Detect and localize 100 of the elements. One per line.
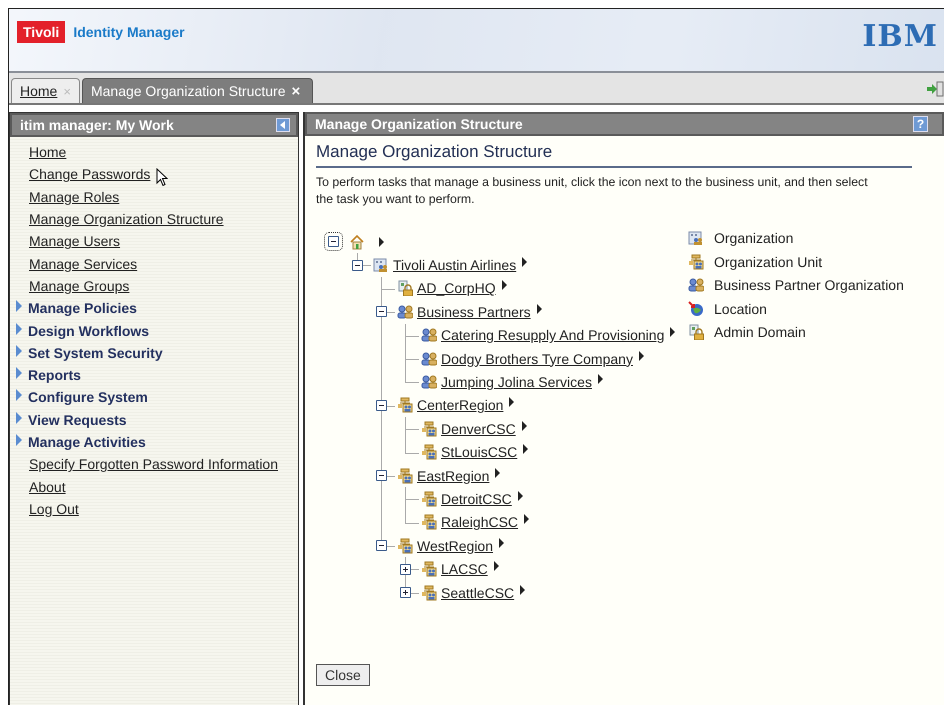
menu-arrow-icon[interactable]: [509, 397, 514, 408]
expand-arrow-icon[interactable]: [16, 322, 22, 335]
close-icon[interactable]: ×: [292, 82, 300, 100]
menu-arrow-icon[interactable]: [494, 561, 499, 572]
menu-link[interactable]: Change Passwords: [29, 166, 150, 182]
tree-node-link[interactable]: Catering Resupply And Provisioning: [441, 327, 664, 344]
people-icon: [688, 277, 704, 294]
tab[interactable]: Manage Organization Structure ×: [82, 78, 314, 103]
menu-link[interactable]: Manage Groups: [29, 278, 130, 294]
legend-label: Admin Domain: [714, 324, 806, 340]
legend-label: Business Partner Organization: [714, 277, 904, 294]
collapse-icon[interactable]: [276, 118, 290, 132]
menu-arrow-icon[interactable]: [518, 490, 523, 501]
menu-arrow-icon[interactable]: [499, 538, 504, 548]
building-people-icon: [373, 257, 389, 274]
menu-link[interactable]: About: [29, 478, 66, 495]
org-chart-icon: [421, 490, 437, 507]
people-icon: [421, 374, 437, 390]
menu-arrow-icon[interactable]: [522, 257, 528, 268]
org-chart-icon: [397, 538, 413, 554]
panel-title: Manage Organization Structure: [315, 116, 523, 132]
menu-group[interactable]: Reports: [28, 367, 81, 384]
collapse-toggle-icon[interactable]: [376, 400, 387, 411]
legend-label: Organization Unit: [714, 254, 822, 270]
menu-link[interactable]: Specify Forgotten Password Information: [29, 456, 278, 472]
menu-arrow-icon[interactable]: [379, 236, 384, 247]
menu-link[interactable]: Manage Users: [29, 233, 120, 250]
menu-link[interactable]: Manage Services: [29, 256, 138, 272]
tree-node-link[interactable]: Dodgy Brothers Tyre Company: [441, 350, 633, 367]
tree-node-link[interactable]: Tivoli Austin Airlines: [393, 257, 516, 274]
menu-link[interactable]: Home: [29, 144, 66, 160]
menu-link[interactable]: Manage Organization Structure: [29, 211, 224, 228]
tree-node-link[interactable]: EastRegion: [417, 468, 490, 484]
collapse-toggle-icon[interactable]: [376, 306, 387, 318]
org-chart-icon: [397, 397, 413, 414]
expand-arrow-icon[interactable]: [16, 367, 22, 380]
tree-node-link[interactable]: Jumping Jolina Services: [441, 374, 592, 390]
brand-logo: Tivoli: [17, 21, 66, 43]
people-icon: [421, 327, 437, 344]
org-chart-icon: [397, 468, 413, 484]
tab[interactable]: Home ×: [11, 78, 80, 103]
tree-node-link[interactable]: LACSC: [441, 561, 488, 578]
menu-arrow-icon[interactable]: [670, 327, 676, 338]
expand-arrow-icon[interactable]: [16, 434, 22, 446]
menu-group[interactable]: Design Workflows: [28, 322, 150, 339]
menu-link[interactable]: Manage Roles: [29, 188, 120, 205]
menu-arrow-icon[interactable]: [536, 304, 542, 314]
collapse-toggle-icon[interactable]: [376, 470, 387, 482]
collapse-toggle-icon[interactable]: [376, 540, 387, 552]
legend-label: Organization: [714, 230, 794, 246]
globe-icon: [688, 300, 704, 317]
tab-label[interactable]: Home: [20, 83, 58, 99]
tree-node-link[interactable]: DetroitCSC: [441, 490, 512, 507]
company-logo: IBM: [862, 18, 938, 54]
menu-arrow-icon[interactable]: [502, 280, 507, 290]
menu-arrow-icon[interactable]: [524, 514, 530, 524]
expand-arrow-icon[interactable]: [16, 300, 22, 312]
close-button[interactable]: Close: [316, 664, 370, 686]
tree-node-link[interactable]: StLouisCSC: [441, 444, 518, 460]
menu-group[interactable]: View Requests: [28, 412, 127, 428]
tree-node-link[interactable]: RaleighCSC: [441, 514, 518, 530]
building-people-icon: [688, 230, 704, 246]
tree-node-link[interactable]: CenterRegion: [417, 397, 504, 414]
tree-node-link[interactable]: AD_CorpHQ: [417, 280, 496, 296]
home-icon: [349, 234, 365, 250]
expand-toggle-icon[interactable]: [400, 564, 411, 575]
people-icon: [397, 304, 413, 320]
expand-arrow-icon[interactable]: [16, 389, 22, 402]
org-chart-icon: [421, 420, 437, 437]
menu-group[interactable]: Set System Security: [28, 344, 163, 361]
menu-arrow-icon[interactable]: [598, 374, 603, 384]
org-chart-icon: [421, 584, 437, 601]
org-chart-icon: [421, 444, 437, 460]
menu-arrow-icon[interactable]: [522, 420, 527, 431]
lock-icon: [688, 324, 704, 340]
expand-arrow-icon[interactable]: [16, 412, 22, 424]
expand-toggle-icon[interactable]: [400, 587, 411, 598]
menu-arrow-icon[interactable]: [523, 444, 528, 454]
org-chart-icon: [688, 254, 704, 270]
expand-arrow-icon[interactable]: [16, 344, 22, 357]
tab-label[interactable]: Manage Organization Structure: [90, 83, 286, 99]
tree-node-link[interactable]: SeattleCSC: [441, 584, 514, 601]
menu-arrow-icon[interactable]: [638, 350, 644, 361]
product-name: Identity Manager: [73, 24, 185, 40]
legend-label: Location: [714, 300, 767, 317]
menu-arrow-icon[interactable]: [495, 468, 500, 478]
org-chart-icon: [421, 561, 437, 578]
tree-node-link[interactable]: Business Partners: [417, 304, 531, 320]
menu-group[interactable]: Manage Policies: [28, 300, 137, 316]
exit-icon[interactable]: [926, 80, 944, 98]
page-heading: Manage Organization Structure: [316, 142, 912, 168]
menu-link[interactable]: Log Out: [29, 500, 79, 517]
collapse-toggle-icon[interactable]: [352, 260, 363, 271]
menu-group[interactable]: Configure System: [28, 389, 148, 406]
people-icon: [421, 350, 437, 367]
tree-node-link[interactable]: WestRegion: [417, 538, 494, 554]
menu-group[interactable]: Manage Activities: [28, 434, 146, 450]
description-text: To perform tasks that manage a business unit, click the icon next to the business unit, and then select the task you want to perform.: [316, 174, 869, 208]
menu-arrow-icon[interactable]: [520, 584, 526, 595]
tree-node-link[interactable]: DenverCSC: [441, 420, 516, 437]
